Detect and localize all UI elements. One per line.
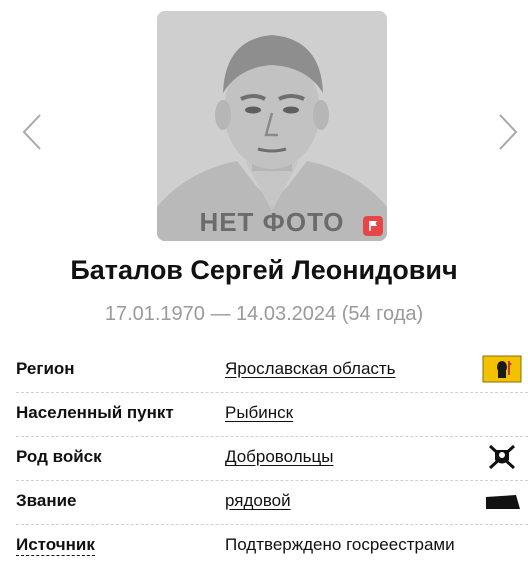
branch-link[interactable]: Добровольцы: [225, 447, 333, 467]
rank-label: Звание: [16, 491, 77, 510]
person-dates: 17.01.1970 — 14.03.2024 (54 года): [104, 303, 424, 325]
no-photo-label: НЕТ ФОТО: [199, 207, 345, 237]
yaroslavl-coat-of-arms-icon: [482, 355, 522, 383]
chevron-right-icon: [499, 114, 518, 150]
flag-icon: [369, 221, 377, 231]
rank-link[interactable]: рядовой: [225, 491, 291, 511]
details-row-settlement: Населенный пункт Рыбинск: [16, 393, 528, 437]
gallery-prev-button[interactable]: [20, 112, 44, 152]
gallery-next-button[interactable]: [496, 112, 520, 152]
volunteers-emblem-icon: [482, 443, 522, 471]
details-row-branch: Род войск Добровольцы: [16, 437, 528, 481]
details-row-rank: Звание рядовой: [16, 481, 528, 525]
photo-placeholder: НЕТ ФОТО: [157, 11, 387, 241]
source-value: Подтверждено госреестрами: [225, 535, 455, 554]
private-rank-insignia-icon: [482, 487, 522, 515]
person-name: Баталов Сергей Леонидович: [70, 255, 458, 285]
chevron-left-icon: [22, 114, 41, 150]
details-table: Регион Ярославская область Населенный пу…: [16, 349, 528, 568]
details-row-region: Регион Ярославская область: [16, 349, 528, 393]
region-label: Регион: [16, 359, 75, 378]
source-label[interactable]: Источник: [16, 535, 95, 556]
settlement-label: Населенный пункт: [16, 403, 174, 422]
details-row-source: Источник Подтверждено госреестрами: [16, 525, 528, 568]
report-button[interactable]: [363, 216, 383, 236]
branch-label: Род войск: [16, 447, 102, 466]
region-link[interactable]: Ярославская область: [225, 359, 396, 379]
settlement-link[interactable]: Рыбинск: [225, 403, 293, 423]
